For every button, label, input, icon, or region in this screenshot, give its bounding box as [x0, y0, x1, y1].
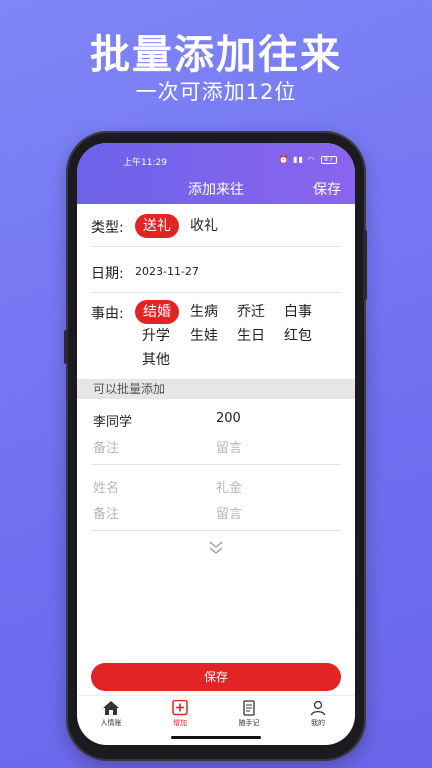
type-label: 类型:	[91, 220, 124, 236]
entry-note-field[interactable]: 备注	[93, 503, 119, 522]
status-time: 上午11:29	[123, 158, 167, 168]
header-save-button[interactable]: 保存	[313, 179, 341, 199]
tab-label: 随手记	[238, 719, 260, 727]
phone-side-button	[363, 230, 367, 300]
divider	[91, 246, 341, 247]
reason-option-housewarming[interactable]: 乔迁	[237, 300, 265, 324]
battery-icon: 87	[321, 155, 337, 164]
home-icon	[103, 701, 119, 715]
entry-amount-field[interactable]: 礼金	[216, 477, 242, 496]
date-value[interactable]: 2023-11-27	[135, 265, 199, 278]
tab-ledger[interactable]: 人情账	[81, 700, 141, 728]
tab-add[interactable]: 增加	[150, 700, 210, 728]
date-label: 日期:	[91, 266, 124, 282]
tab-label: 人情账	[100, 719, 122, 727]
notepad-icon	[243, 700, 255, 716]
tab-profile[interactable]: 我的	[288, 700, 348, 728]
entry-name-field[interactable]: 姓名	[93, 477, 119, 496]
promo-subtitle: 一次可添加12位	[135, 80, 297, 104]
app-screen: 上午11:29 ⏰ ▮▮ ◠ 87 添加来往 保存 类型: 送礼 收礼 日期: …	[77, 143, 355, 745]
type-option-receive[interactable]: 收礼	[190, 214, 218, 238]
tab-label: 增加	[173, 719, 187, 727]
divider	[91, 530, 341, 531]
user-icon	[310, 700, 326, 716]
reason-option-birthday[interactable]: 生日	[237, 324, 265, 348]
alarm-icon: ⏰	[278, 155, 290, 164]
reason-option-baby[interactable]: 生娃	[190, 324, 218, 348]
phone-side-button	[64, 330, 68, 364]
add-box-icon	[172, 700, 188, 716]
divider	[91, 464, 341, 465]
reason-option-illness[interactable]: 生病	[190, 300, 218, 324]
entry-message-field[interactable]: 留言	[216, 437, 242, 456]
reason-option-red-envelope[interactable]: 红包	[284, 324, 312, 348]
promo-title: 批量添加往来	[90, 32, 342, 78]
reason-option-school[interactable]: 升学	[142, 324, 170, 348]
tab-label: 我的	[311, 719, 325, 727]
app-header: 上午11:29 ⏰ ▮▮ ◠ 87 添加来往 保存	[77, 143, 355, 204]
wifi-icon: ◠	[307, 155, 316, 164]
chevron-down-icon[interactable]	[207, 539, 225, 557]
save-button[interactable]: 保存	[91, 663, 341, 691]
batch-hint: 可以批量添加	[77, 379, 355, 399]
status-icons: ⏰ ▮▮ ◠ 87	[279, 155, 337, 164]
entry-note-field[interactable]: 备注	[93, 437, 119, 456]
reason-label: 事由:	[91, 306, 124, 322]
tab-notes[interactable]: 随手记	[219, 700, 279, 728]
reason-option-funeral[interactable]: 白事	[284, 300, 312, 324]
reason-option-wedding[interactable]: 结婚	[135, 300, 179, 324]
reason-option-other[interactable]: 其他	[142, 348, 170, 372]
status-bar: 上午11:29 ⏰ ▮▮ ◠ 87	[77, 152, 355, 168]
entry-amount-field[interactable]: 200	[216, 411, 241, 426]
entry-message-field[interactable]: 留言	[216, 503, 242, 522]
entry-name-field[interactable]: 李同学	[93, 411, 132, 430]
divider	[91, 292, 341, 293]
signal-icon: ▮▮	[293, 155, 304, 164]
home-indicator	[171, 736, 261, 739]
type-option-give[interactable]: 送礼	[135, 214, 179, 238]
